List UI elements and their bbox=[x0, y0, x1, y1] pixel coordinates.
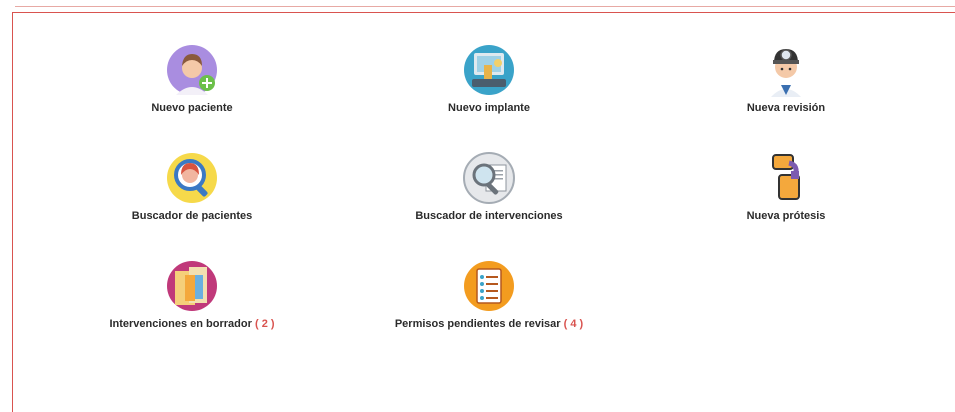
patient-search-label: Buscador de pacientes bbox=[131, 210, 253, 222]
new-patient-tile[interactable]: Nuevo paciente bbox=[62, 43, 322, 114]
new-patient-label: Nuevo paciente bbox=[151, 102, 233, 114]
intervention-search-icon bbox=[463, 152, 515, 204]
checklist-icon bbox=[464, 261, 514, 311]
new-prosthesis-label: Nueva prótesis bbox=[746, 210, 826, 222]
new-review-tile[interactable]: Nueva revisión bbox=[656, 43, 916, 114]
intervention-search-tile[interactable]: Buscador de intervenciones bbox=[359, 151, 619, 222]
intervention-search-label: Buscador de intervenciones bbox=[415, 210, 563, 222]
new-implant-label: Nuevo implante bbox=[448, 102, 530, 114]
new-implant-tile[interactable]: Nuevo implante bbox=[359, 43, 619, 114]
draft-count-badge: ( 2 ) bbox=[254, 318, 275, 330]
patient-search-icon bbox=[167, 153, 217, 203]
draft-interventions-tile[interactable]: Intervenciones en borrador ( 2 ) bbox=[62, 259, 322, 330]
draft-interventions-label: Intervenciones en borrador ( 2 ) bbox=[109, 318, 275, 330]
doctor-icon bbox=[771, 49, 801, 97]
patient-add-icon bbox=[167, 45, 217, 95]
implant-icon bbox=[464, 45, 514, 95]
pending-permissions-tile[interactable]: Permisos pendientes de revisar ( 4 ) bbox=[359, 259, 619, 330]
new-review-label: Nueva revisión bbox=[746, 102, 826, 114]
pending-permissions-label: Permisos pendientes de revisar ( 4 ) bbox=[394, 318, 584, 330]
patient-search-tile[interactable]: Buscador de pacientes bbox=[62, 151, 322, 222]
top-divider bbox=[15, 6, 955, 7]
prosthesis-icon bbox=[772, 154, 800, 200]
draft-icon bbox=[167, 261, 217, 311]
new-prosthesis-tile[interactable]: Nueva prótesis bbox=[656, 151, 916, 222]
pending-count-badge: ( 4 ) bbox=[563, 318, 584, 330]
